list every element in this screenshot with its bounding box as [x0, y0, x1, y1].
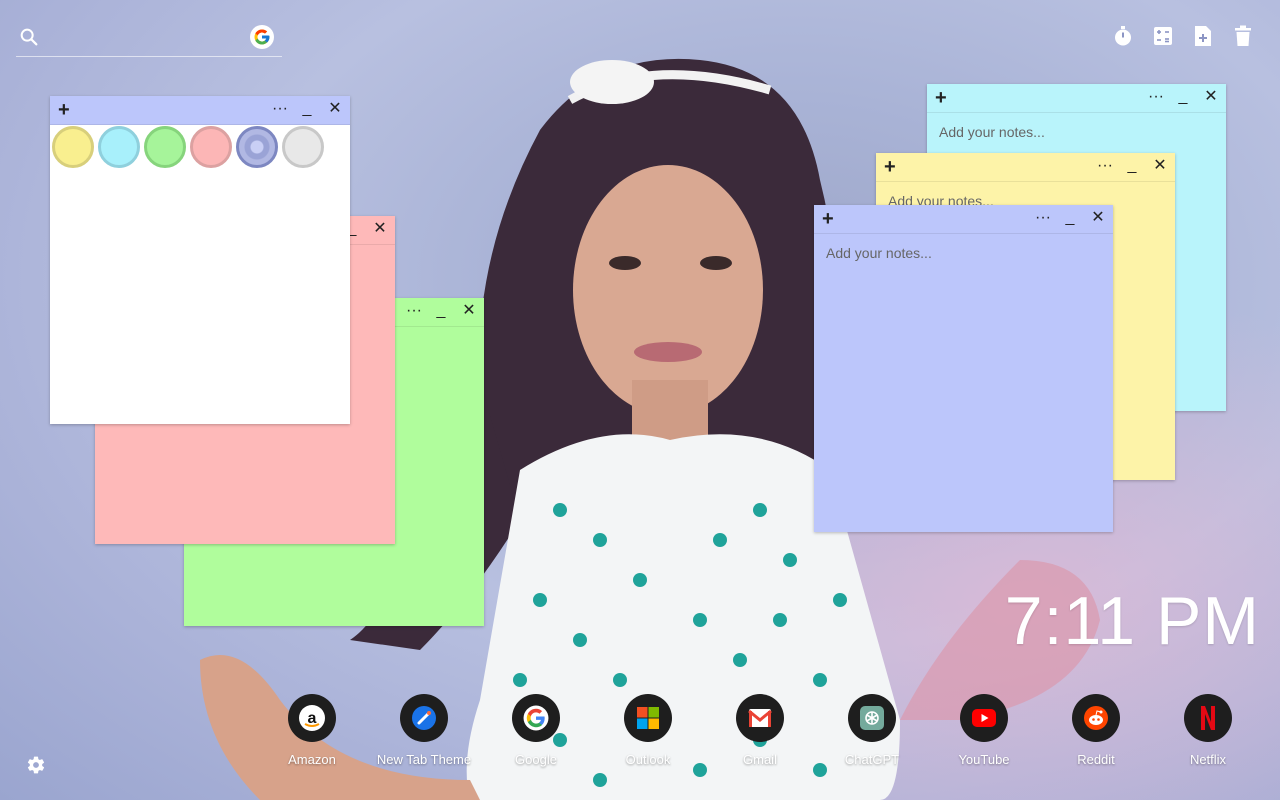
shortcut-label: YouTube [958, 752, 1010, 767]
note-toolbar: + ··· _ ✕ [814, 205, 1113, 234]
shortcut-label: New Tab Theme [376, 752, 472, 767]
shortcut-youtube[interactable]: YouTube [928, 694, 1040, 767]
google-icon [512, 694, 560, 742]
close-button[interactable]: ✕ [1153, 157, 1167, 175]
sticky-note-white[interactable]: + ··· _ ✕ [50, 96, 350, 424]
add-note-button[interactable]: + [58, 100, 70, 120]
clock: 7:11 PM [1004, 583, 1260, 659]
minimize-button[interactable]: _ [1176, 88, 1190, 106]
new-tab-theme-icon [400, 694, 448, 742]
note-text-area[interactable] [824, 243, 1103, 522]
note-toolbar: + ··· _ ✕ [927, 84, 1226, 113]
note-toolbar: + ··· _ ✕ [876, 153, 1175, 182]
color-swatch-white[interactable] [282, 126, 324, 168]
outlook-icon [624, 694, 672, 742]
more-options-button[interactable]: ··· [1097, 157, 1113, 175]
add-note-button[interactable]: + [822, 209, 834, 229]
close-button[interactable]: ✕ [1204, 88, 1218, 106]
shortcut-google[interactable]: Google [480, 694, 592, 767]
chatgpt-icon [848, 694, 896, 742]
gmail-icon [736, 694, 784, 742]
minimize-button[interactable]: _ [434, 302, 448, 320]
shortcut-label: Google [515, 752, 557, 767]
youtube-icon [960, 694, 1008, 742]
close-button[interactable]: ✕ [328, 100, 342, 118]
shortcut-label: Netflix [1189, 752, 1227, 767]
gear-icon[interactable] [26, 755, 46, 775]
amazon-icon: a [288, 694, 336, 742]
more-options-button[interactable]: ··· [1035, 209, 1051, 227]
shortcut-label: Reddit [1077, 752, 1115, 767]
minimize-button[interactable]: _ [1125, 157, 1139, 175]
new-note-icon[interactable] [1192, 24, 1214, 48]
sticky-note-lavender[interactable]: + ··· _ ✕ [814, 205, 1113, 532]
close-button[interactable]: ✕ [1091, 209, 1105, 227]
timer-icon[interactable] [1112, 24, 1134, 48]
shortcut-amazon[interactable]: a Amazon [256, 694, 368, 767]
calculator-icon[interactable] [1152, 24, 1174, 48]
minimize-button[interactable]: _ [300, 100, 314, 118]
shortcut-chatgpt[interactable]: ChatGPT [816, 694, 928, 767]
toolbar [1112, 24, 1254, 48]
google-search-icon[interactable] [250, 25, 274, 49]
trash-icon[interactable] [1232, 24, 1254, 48]
shortcut-label: Outlook [625, 752, 671, 767]
svg-text:a: a [308, 710, 317, 727]
color-picker [52, 126, 324, 168]
more-options-button[interactable]: ··· [1148, 88, 1164, 106]
color-swatch-green[interactable] [144, 126, 186, 168]
shortcut-outlook[interactable]: Outlook [592, 694, 704, 767]
minimize-button[interactable]: _ [1063, 209, 1077, 227]
shortcut-reddit[interactable]: Reddit [1040, 694, 1152, 767]
shortcut-label: ChatGPT [844, 752, 900, 767]
shortcut-new-tab-theme[interactable]: New Tab Theme [368, 694, 480, 767]
shortcut-label: Amazon [288, 752, 336, 767]
reddit-icon [1072, 694, 1120, 742]
search-icon[interactable] [18, 26, 40, 48]
add-note-button[interactable]: + [884, 157, 896, 177]
add-note-button[interactable]: + [935, 88, 947, 108]
close-button[interactable]: ✕ [462, 302, 476, 320]
shortcuts-bar: a Amazon New Tab Theme Google Outlook Gm… [256, 694, 1264, 767]
shortcut-gmail[interactable]: Gmail [704, 694, 816, 767]
more-options-button[interactable]: ··· [272, 100, 288, 118]
color-swatch-lavender-selected[interactable] [236, 126, 278, 168]
netflix-icon [1184, 694, 1232, 742]
search-input[interactable] [50, 24, 244, 52]
more-options-button[interactable]: ··· [406, 302, 422, 320]
shortcut-label: Gmail [743, 752, 777, 767]
color-swatch-yellow[interactable] [52, 126, 94, 168]
shortcut-netflix[interactable]: Netflix [1152, 694, 1264, 767]
close-button[interactable]: ✕ [373, 220, 387, 238]
note-toolbar: + ··· _ ✕ [50, 96, 350, 125]
search-bar [16, 20, 282, 57]
color-swatch-pink[interactable] [190, 126, 232, 168]
color-swatch-cyan[interactable] [98, 126, 140, 168]
